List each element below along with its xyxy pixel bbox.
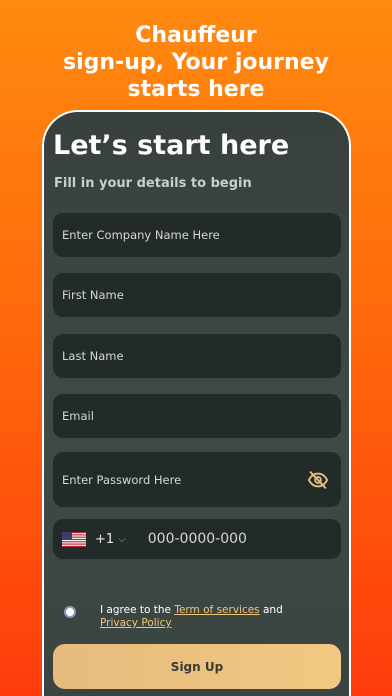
company-name-input[interactable] [62, 228, 341, 242]
phone-number-field[interactable]: +1 ⌵ [53, 519, 341, 559]
email-input[interactable] [62, 409, 341, 423]
page-title: Let’s start here [53, 130, 290, 161]
first-name-input[interactable] [62, 288, 341, 302]
password-field[interactable] [53, 452, 341, 507]
headline-line-2: sign-up, Your journey [63, 50, 329, 75]
agree-prefix: I agree to the [100, 604, 175, 616]
terms-link[interactable]: Term of services [174, 604, 259, 616]
terms-agreement: I agree to the Term of services and Priv… [64, 604, 334, 630]
password-input[interactable] [62, 472, 301, 487]
sign-up-button[interactable]: Sign Up [53, 644, 341, 689]
headline: Chauffeur sign-up, Your journey starts h… [0, 22, 392, 103]
last-name-field[interactable] [53, 334, 341, 378]
us-flag-icon[interactable] [62, 531, 86, 547]
agree-middle: and [259, 604, 283, 616]
company-name-field[interactable] [53, 213, 341, 257]
last-name-input[interactable] [62, 349, 341, 363]
phone-frame: Let’s start here Fill in your details to… [42, 110, 351, 696]
agree-text: I agree to the Term of services and Priv… [100, 604, 320, 630]
first-name-field[interactable] [53, 273, 341, 317]
privacy-link[interactable]: Privacy Policy [100, 617, 172, 629]
headline-line-1: Chauffeur [135, 23, 257, 48]
email-field[interactable] [53, 394, 341, 438]
agree-radio[interactable] [64, 606, 76, 618]
eye-slash-icon[interactable] [307, 469, 329, 491]
page-subtitle: Fill in your details to begin [54, 176, 252, 191]
headline-line-3: starts here [127, 77, 265, 102]
chevron-down-icon[interactable]: ⌵ [118, 534, 126, 545]
dial-code[interactable]: +1 [95, 532, 114, 547]
phone-number-input[interactable] [147, 531, 298, 547]
